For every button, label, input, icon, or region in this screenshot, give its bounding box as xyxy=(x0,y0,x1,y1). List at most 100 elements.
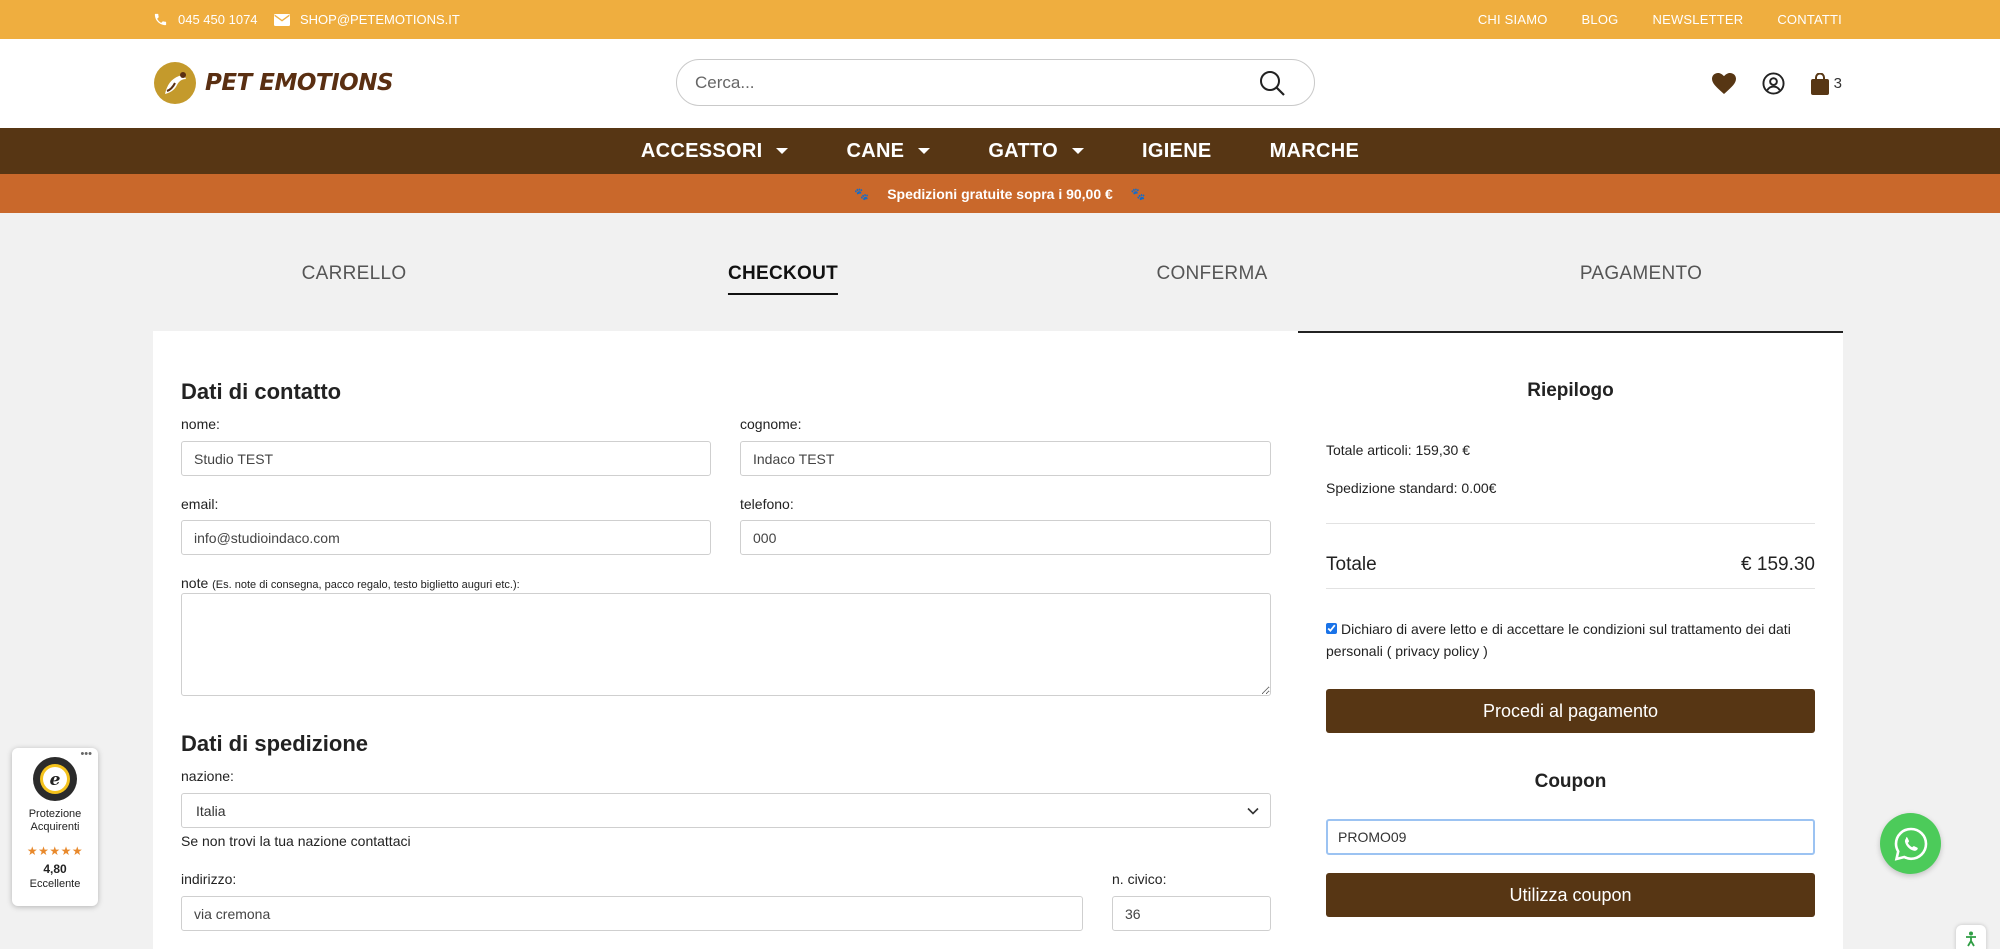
order-summary: Riepilogo Totale articoli: 159,30 € Sped… xyxy=(1298,331,1843,949)
rating-stars: ★★★★★ xyxy=(26,844,84,858)
nav-item-marche[interactable]: MARCHE xyxy=(1270,140,1360,163)
nav-label: CANE xyxy=(846,139,905,162)
envelope-icon xyxy=(274,13,290,26)
note-hint: (Es. note di consegna, pacco regalo, tes… xyxy=(212,579,520,591)
bag-icon xyxy=(1810,72,1829,95)
promo-text: Spedizioni gratuite sopra i 90,00 € xyxy=(887,185,1113,202)
search-icon xyxy=(1260,71,1285,96)
step-carrello[interactable]: CARRELLO xyxy=(302,263,407,285)
nazione-select[interactable]: Italia xyxy=(181,793,1271,828)
chevron-down-icon xyxy=(1247,807,1259,815)
civico-label: n. civico: xyxy=(1112,871,1167,887)
search-box xyxy=(676,59,1315,106)
step-conferma: CONFERMA xyxy=(1156,263,1268,284)
accessibility-widget[interactable] xyxy=(1956,925,1986,949)
nome-field[interactable] xyxy=(181,441,711,476)
nav-item-gatto[interactable]: GATTO xyxy=(988,140,1084,163)
caret-down-icon xyxy=(918,148,931,154)
whatsapp-button[interactable] xyxy=(1880,813,1941,874)
paw-icon: 🐾 xyxy=(854,186,870,201)
rating-word: Eccellente xyxy=(29,878,81,890)
telefono-field[interactable] xyxy=(740,520,1271,555)
email-label: email: xyxy=(181,496,219,512)
nav-item-cane[interactable]: CANE xyxy=(846,139,931,163)
spedizione-standard: Spedizione standard: 0.00€ xyxy=(1326,480,1497,496)
cognome-field[interactable] xyxy=(740,441,1271,476)
caret-down-icon xyxy=(776,148,789,154)
cart-count: 3 xyxy=(1833,75,1842,92)
telefono-label: telefono: xyxy=(740,496,794,512)
nav-label: MARCHE xyxy=(1269,139,1360,162)
cognome-label: cognome: xyxy=(740,416,802,432)
totale-value: € 159.30 xyxy=(1741,554,1815,575)
user-icon[interactable] xyxy=(1762,72,1785,95)
phone-contact[interactable]: 045 450 1074 xyxy=(153,0,258,39)
checkout-form: Dati di contatto nome: cognome: email: t… xyxy=(153,331,1298,949)
checkout-steps: CARRELLO CHECKOUT CONFERMA PAGAMENTO xyxy=(153,213,1843,331)
divider xyxy=(1326,523,1815,524)
nazione-hint: Se non trovi la tua nazione contattaci xyxy=(181,833,411,849)
nazione-selected: Italia xyxy=(196,802,226,819)
trusted-shops-badge[interactable]: ••• e Protezione Acquirenti ★★★★★ 4,80 E… xyxy=(12,748,98,906)
coupon-title: Coupon xyxy=(1534,771,1607,792)
proceed-payment-button[interactable]: Procedi al pagamento xyxy=(1326,689,1815,733)
top-bar: 045 450 1074 SHOP@PETEMOTIONS.IT CHI SIA… xyxy=(0,0,2000,39)
cart-button[interactable]: 3 xyxy=(1810,72,1842,95)
step-pagamento: PAGAMENTO xyxy=(1579,263,1703,284)
accessibility-icon xyxy=(1966,931,1976,947)
nav-item-accessori[interactable]: ACCESSORI xyxy=(641,140,789,163)
caret-down-icon xyxy=(1071,148,1084,154)
privacy-consent: Dichiaro di avere letto e di accettare l… xyxy=(1326,618,1815,662)
summary-title: Riepilogo xyxy=(1527,380,1614,401)
note-label: note (Es. note di consegna, pacco regalo… xyxy=(181,575,520,591)
link-blog[interactable]: BLOG xyxy=(1582,12,1619,27)
indirizzo-field[interactable] xyxy=(181,896,1083,931)
header-icons: 3 xyxy=(1711,72,1842,95)
main-nav: ACCESSORI CANE GATTO IGIENE MARCHE xyxy=(0,128,2000,174)
email-field[interactable] xyxy=(181,520,711,555)
note-textarea[interactable] xyxy=(181,593,1271,696)
privacy-checkbox[interactable] xyxy=(1326,623,1337,634)
totale-articoli: Totale articoli: 159,30 € xyxy=(1326,442,1470,458)
nome-label: nome: xyxy=(181,416,220,432)
link-contatti[interactable]: CONTATTI xyxy=(1777,12,1842,27)
email-address: SHOP@PETEMOTIONS.IT xyxy=(300,12,460,27)
site-header: PET EMOTIONS 3 xyxy=(0,39,2000,128)
paw-icon: 🐾 xyxy=(1130,186,1146,201)
phone-icon xyxy=(154,13,167,26)
email-contact[interactable]: SHOP@PETEMOTIONS.IT xyxy=(274,0,460,39)
heart-icon[interactable] xyxy=(1711,72,1736,95)
nav-label: IGIENE xyxy=(1141,139,1212,162)
nav-label: ACCESSORI xyxy=(640,139,763,162)
coupon-input[interactable] xyxy=(1326,819,1815,855)
phone-number: 045 450 1074 xyxy=(178,12,258,27)
step-checkout[interactable]: CHECKOUT xyxy=(727,263,839,295)
totale-label: Totale xyxy=(1326,554,1377,575)
nav-label: GATTO xyxy=(988,139,1058,162)
apply-coupon-button[interactable]: Utilizza coupon xyxy=(1326,873,1815,917)
promo-bar: 🐾 Spedizioni gratuite sopra i 90,00 € 🐾 xyxy=(0,174,2000,213)
civico-field[interactable] xyxy=(1112,896,1271,931)
link-chi-siamo[interactable]: CHI SIAMO xyxy=(1478,12,1548,27)
link-newsletter[interactable]: NEWSLETTER xyxy=(1652,12,1743,27)
logo-mark-icon xyxy=(154,62,196,104)
rating-score: 4,80 xyxy=(43,862,67,876)
trusted-label: Protezione Acquirenti xyxy=(28,808,82,833)
top-links: CHI SIAMO BLOG NEWSLETTER CONTATTI xyxy=(1478,0,1842,39)
more-icon[interactable]: ••• xyxy=(80,748,92,760)
note-label-text: note xyxy=(181,575,209,591)
privacy-text: Dichiaro di avere letto e di accettare l… xyxy=(1326,621,1791,659)
divider xyxy=(1326,588,1815,589)
contact-section-title: Dati di contatto xyxy=(181,379,342,404)
shipping-section-title: Dati di spedizione xyxy=(181,731,369,756)
search-input[interactable] xyxy=(695,69,1235,96)
logo[interactable]: PET EMOTIONS xyxy=(153,61,394,105)
nazione-label: nazione: xyxy=(181,768,234,784)
indirizzo-label: indirizzo: xyxy=(181,871,237,887)
nav-item-igiene[interactable]: IGIENE xyxy=(1142,140,1212,163)
search-button[interactable] xyxy=(1258,69,1286,102)
whatsapp-icon xyxy=(1894,827,1927,861)
trusted-seal-icon: e xyxy=(33,757,77,801)
logo-text: PET EMOTIONS xyxy=(205,70,394,96)
svg-text:e: e xyxy=(50,770,61,790)
